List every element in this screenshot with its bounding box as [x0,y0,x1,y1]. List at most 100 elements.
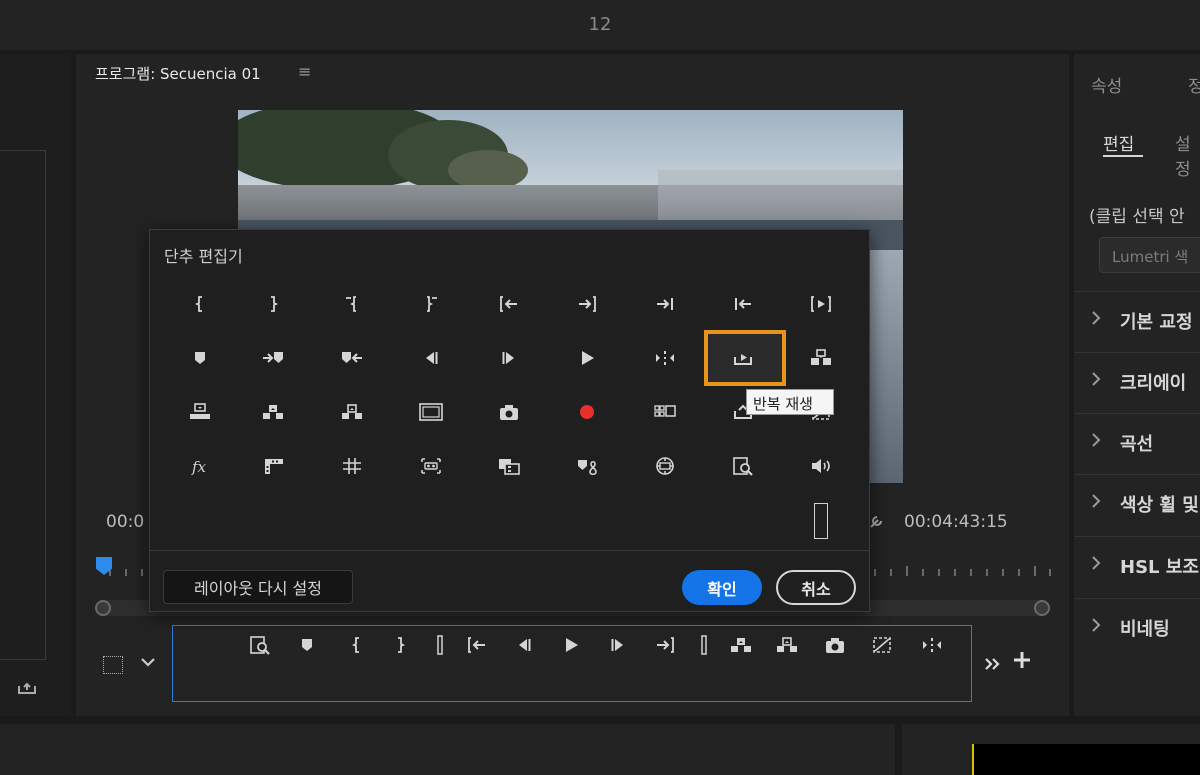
tab-properties[interactable]: 속성 [1091,72,1122,97]
section-label: 기본 교정 [1120,312,1193,333]
volume-icon[interactable] [804,453,838,479]
lift-icon[interactable] [256,399,290,425]
cancel-button[interactable]: 취소 [776,570,856,605]
lumetri-section[interactable]: 크리에이 [1074,352,1200,413]
chevron-right-icon [1090,617,1102,637]
lumetri-section[interactable]: 기본 교정 [1074,291,1200,352]
left-panel-frame [0,150,46,660]
active-tab-indicator [1103,155,1143,157]
section-label: 비네팅 [1120,619,1170,640]
section-label: 곡선 [1120,434,1154,455]
lumetri-icon[interactable] [570,453,604,479]
selection-icon[interactable] [103,656,123,674]
transport-mark-in-icon[interactable] [340,632,374,658]
svg-text:fx: fx [191,458,207,476]
add-marker-icon[interactable] [183,345,217,371]
lumetri-section[interactable]: HSL 보조 [1074,536,1200,597]
scrollbar-left-handle[interactable] [95,600,111,616]
audio-panel [902,724,1200,775]
overwrite-icon[interactable] [183,399,217,425]
transport-play-icon[interactable] [554,632,588,658]
go-to-next-marker-icon[interactable] [256,345,290,371]
chevron-right-icon [1090,493,1102,513]
vr-icon[interactable] [414,453,448,479]
clip-selection-info: (클립 선택 안 [1089,207,1185,227]
dialog-title: 단추 편집기 [164,247,243,266]
extract-icon[interactable] [335,399,369,425]
transport-lift-icon[interactable] [724,632,758,658]
duration-timecode: 00:04:43:15 [904,512,1008,532]
mark-in-icon[interactable] [183,291,217,317]
chevron-right-icon [1090,371,1102,391]
section-label: 크리에이 [1120,373,1187,394]
export-icon[interactable] [16,678,38,700]
global-fx-icon[interactable] [648,453,682,479]
insert-icon[interactable] [804,345,838,371]
transport-mark-out-icon[interactable] [383,632,417,658]
wrench-icon[interactable] [868,512,886,535]
chevron-right-icon [1090,555,1102,575]
current-timecode[interactable]: 00:0 [106,512,144,532]
scrollbar-right-handle[interactable] [1034,600,1050,616]
loop-playback-icon[interactable] [726,345,760,371]
go-to-prev-marker-icon[interactable] [335,345,369,371]
separator-icon[interactable] [814,503,828,539]
step-forward-icon[interactable] [492,345,526,371]
lumetri-section[interactable]: 색상 휠 및 [1074,474,1200,535]
grid-icon[interactable] [335,453,369,479]
more-icon[interactable] [984,652,1002,676]
dialog-divider [150,550,869,551]
record-icon[interactable] [570,399,604,425]
tooltip: 반복 재생 [746,389,834,415]
transport-add-marker-icon[interactable] [290,632,324,658]
transport-go-to-in-icon[interactable] [460,632,494,658]
timeline-panel [0,724,895,775]
transport-comparison-icon[interactable] [865,632,899,658]
clear-in-icon[interactable] [335,291,369,317]
ok-button[interactable]: 확인 [682,570,762,605]
go-to-in-icon[interactable] [492,291,526,317]
go-to-next-edit-icon[interactable] [648,291,682,317]
transport-zoom-find-icon[interactable] [243,632,277,658]
chevron-down-icon[interactable] [139,653,157,674]
add-button[interactable] [1012,648,1032,676]
transport-separator-icon[interactable] [423,632,457,658]
chevron-right-icon [1090,432,1102,452]
workspace-number: 12 [588,14,612,35]
find-icon[interactable] [726,453,760,479]
mark-out-icon[interactable] [256,291,290,317]
step-back-icon[interactable] [414,345,448,371]
audio-meter [972,744,1200,775]
reset-layout-button[interactable]: 레이아웃 다시 설정 [163,570,353,604]
chevron-right-icon [1090,310,1102,330]
tab-settings[interactable]: 설정 [1175,130,1200,180]
lumetri-dropdown[interactable]: Lumetri 색 [1099,237,1200,273]
program-title[interactable]: 프로그램: Secuencia 01 [95,63,261,84]
multi-camera-icon[interactable] [648,399,682,425]
go-to-prev-edit-icon[interactable] [726,291,760,317]
play-icon[interactable] [570,345,604,371]
export-frame-icon[interactable] [492,399,526,425]
proxy-icon[interactable] [256,453,290,479]
transport-step-back-icon[interactable] [507,632,541,658]
panel-menu-icon[interactable]: ≡ [298,62,311,81]
transport-step-forward-icon[interactable] [601,632,635,658]
overlay-icon[interactable] [492,453,526,479]
section-label: 색상 휠 및 [1120,495,1199,516]
transport-trim-icon[interactable] [915,632,949,658]
play-in-to-out-icon[interactable] [804,291,838,317]
lumetri-section[interactable]: 곡선 [1074,413,1200,474]
clear-out-icon[interactable] [414,291,448,317]
fx-icon[interactable]: fx [183,453,217,479]
trim-icon[interactable] [648,345,682,371]
transport-go-to-out-icon[interactable] [648,632,682,658]
section-label: HSL 보조 [1120,557,1199,578]
go-to-out-icon[interactable] [570,291,604,317]
transport-separator-icon[interactable] [687,632,721,658]
transport-export-frame-icon[interactable] [818,632,852,658]
tab-edit[interactable]: 편집 [1103,130,1134,155]
transport-extract-icon[interactable] [770,632,804,658]
safe-margins-icon[interactable] [414,399,448,425]
tab-second[interactable]: 정 [1188,72,1200,97]
lumetri-section[interactable]: 비네팅 [1074,598,1200,659]
